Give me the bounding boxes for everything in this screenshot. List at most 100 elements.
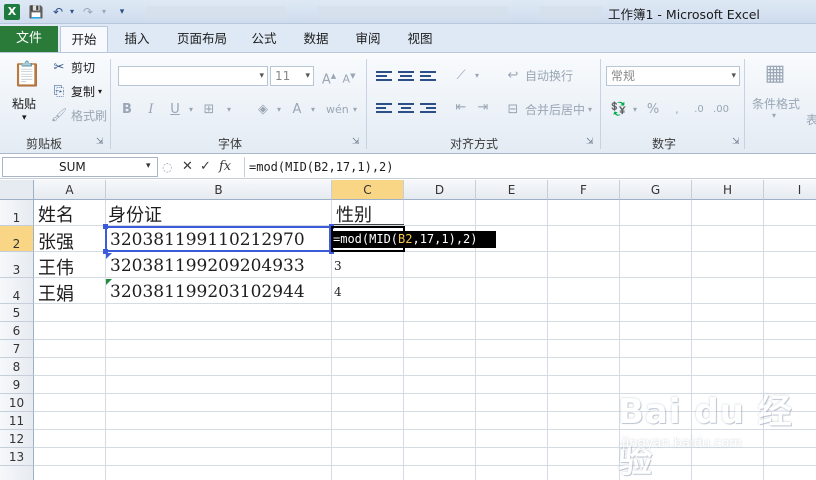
shrink-font-icon[interactable]: A▼ — [340, 67, 358, 86]
tab-view[interactable]: 视图 — [400, 26, 440, 52]
tab-review[interactable]: 审阅 — [348, 26, 388, 52]
name-box[interactable]: SUM — [2, 157, 158, 177]
tab-page-layout[interactable]: 页面布局 — [170, 26, 234, 52]
tab-data[interactable]: 数据 — [296, 26, 336, 52]
cell-c3[interactable]: 3 — [334, 259, 342, 273]
cell-b4[interactable]: 320381199203102944 — [110, 282, 305, 302]
column-header-e[interactable]: E — [476, 180, 548, 200]
number-launcher-icon[interactable]: ⇲ — [732, 137, 740, 147]
tab-file[interactable]: 文件 — [0, 26, 58, 52]
row-header-3[interactable]: 3 — [0, 252, 34, 278]
row-header-9[interactable]: 9 — [0, 376, 34, 394]
alignment-launcher-icon[interactable]: ⇲ — [586, 137, 594, 147]
font-name-box[interactable]: ▾ — [118, 66, 268, 86]
number-format-box[interactable]: 常规 ▾ — [606, 66, 740, 86]
cut-button[interactable]: ✂ 剪切 — [50, 59, 95, 76]
merge-center-button[interactable]: ⊟ 合并后居中 ▾ — [504, 101, 592, 118]
customize-qat-icon[interactable]: ▾ — [114, 4, 130, 20]
cell-a1[interactable]: 姓名 — [38, 201, 74, 227]
border-dropdown-icon[interactable]: ▾ — [220, 101, 238, 119]
align-bottom-icon[interactable] — [420, 71, 436, 85]
row-header-13[interactable]: 13 — [0, 448, 34, 466]
align-left-icon[interactable] — [376, 103, 392, 117]
decrease-decimal-icon[interactable]: .00 — [712, 101, 730, 119]
underline-dropdown-icon[interactable]: ▾ — [182, 101, 200, 119]
redo-icon[interactable]: ↷ — [80, 4, 96, 20]
formula-input[interactable]: =mod(MID(B2,17,1),2) — [244, 157, 814, 177]
redo-dropdown-icon[interactable]: ▾ — [96, 4, 112, 20]
column-header-h[interactable]: H — [692, 180, 764, 200]
row-header-8[interactable]: 8 — [0, 358, 34, 376]
row-header-1[interactable]: 1 — [0, 200, 34, 226]
tab-insert[interactable]: 插入 — [114, 26, 160, 52]
increase-indent-icon[interactable]: ⇥ — [474, 99, 492, 117]
row-header-14[interactable] — [0, 466, 34, 480]
clipboard-launcher-icon[interactable]: ⇲ — [96, 137, 104, 147]
formula-bar-grip-icon[interactable]: ◌ — [162, 159, 176, 175]
border-icon[interactable]: ⊞ — [200, 101, 218, 119]
row-header-7[interactable]: 7 — [0, 340, 34, 358]
comma-style-icon[interactable]: , — [668, 101, 686, 119]
select-all-corner[interactable] — [0, 180, 34, 200]
accounting-dropdown-icon[interactable]: ▾ — [626, 101, 644, 119]
font-color-dropdown-icon[interactable]: ▾ — [304, 101, 322, 119]
phonetic-dropdown-icon[interactable]: ▾ — [346, 101, 364, 119]
save-icon[interactable]: 💾 — [28, 4, 44, 20]
conditional-format-icon[interactable]: ▦ — [760, 59, 790, 89]
copy-button[interactable]: ⎘ 复制 ▾ — [50, 83, 102, 100]
column-header-f[interactable]: F — [548, 180, 620, 200]
format-painter-button[interactable]: 🖌 格式刷 — [50, 107, 107, 124]
fill-color-dropdown-icon[interactable]: ▾ — [270, 101, 288, 119]
decrease-indent-icon[interactable]: ⇤ — [452, 99, 470, 117]
undo-dropdown-icon[interactable]: ▾ — [64, 4, 80, 20]
font-launcher-icon[interactable]: ⇲ — [352, 137, 360, 147]
italic-icon[interactable]: I — [142, 101, 160, 119]
wrap-text-button[interactable]: ↩ 自动换行 — [504, 67, 573, 84]
cell-c4[interactable]: 4 — [334, 285, 342, 299]
paste-button[interactable]: 粘贴 — [12, 95, 36, 112]
cell-b1[interactable]: 身份证 — [108, 201, 162, 227]
confirm-edit-button[interactable]: ✓ — [200, 159, 211, 175]
column-header-a[interactable]: A — [34, 180, 106, 200]
row-header-4[interactable]: 4 — [0, 278, 34, 304]
format-as-table-button[interactable]: 表 — [806, 111, 816, 128]
phonetic-icon[interactable]: wén — [326, 101, 349, 119]
paste-dropdown-icon[interactable]: ▾ — [22, 113, 27, 123]
column-header-g[interactable]: G — [620, 180, 692, 200]
row-header-2[interactable]: 2 — [0, 226, 34, 252]
align-right-icon[interactable] — [420, 103, 436, 117]
column-header-b[interactable]: B — [106, 180, 332, 200]
column-header-c[interactable]: C — [332, 180, 404, 200]
tab-home[interactable]: 开始 — [60, 26, 108, 52]
grow-font-icon[interactable]: A▲ — [320, 67, 338, 87]
conditional-format-dropdown-icon[interactable]: ▾ — [772, 111, 776, 120]
conditional-format-button[interactable]: 条件格式 — [752, 95, 800, 112]
tab-formulas[interactable]: 公式 — [244, 26, 284, 52]
align-top-icon[interactable] — [376, 71, 392, 85]
cell-a2[interactable]: 张强 — [38, 228, 74, 254]
insert-function-button[interactable]: fx — [219, 159, 231, 175]
row-header-11[interactable]: 11 — [0, 412, 34, 430]
cell-c2-editor[interactable]: =mod(MID(B2,17,1),2) — [332, 231, 496, 248]
cell-b3[interactable]: 320381199209204933 — [110, 256, 305, 276]
paste-icon[interactable]: 📋 — [12, 59, 42, 89]
bold-icon[interactable]: B — [118, 101, 136, 119]
range-handle[interactable] — [103, 249, 108, 254]
cell-a3[interactable]: 王伟 — [38, 254, 74, 280]
row-header-6[interactable]: 6 — [0, 322, 34, 340]
orientation-dropdown-icon[interactable]: ▾ — [468, 67, 486, 85]
row-header-10[interactable]: 10 — [0, 394, 34, 412]
percent-icon[interactable]: % — [644, 101, 662, 119]
name-box-dropdown-icon[interactable]: ▾ — [146, 161, 151, 171]
row-header-5[interactable]: 5 — [0, 304, 34, 322]
excel-app-icon[interactable]: X — [4, 4, 20, 20]
row-header-12[interactable]: 12 — [0, 430, 34, 448]
align-middle-icon[interactable] — [398, 71, 414, 85]
font-size-box[interactable]: 11 ▾ — [270, 66, 314, 86]
increase-decimal-icon[interactable]: .0 — [690, 101, 708, 119]
align-center-icon[interactable] — [398, 103, 414, 117]
column-header-i[interactable]: I — [764, 180, 816, 200]
cell-a4[interactable]: 王娟 — [38, 280, 74, 306]
column-header-d[interactable]: D — [404, 180, 476, 200]
cancel-edit-button[interactable]: ✕ — [182, 159, 193, 175]
